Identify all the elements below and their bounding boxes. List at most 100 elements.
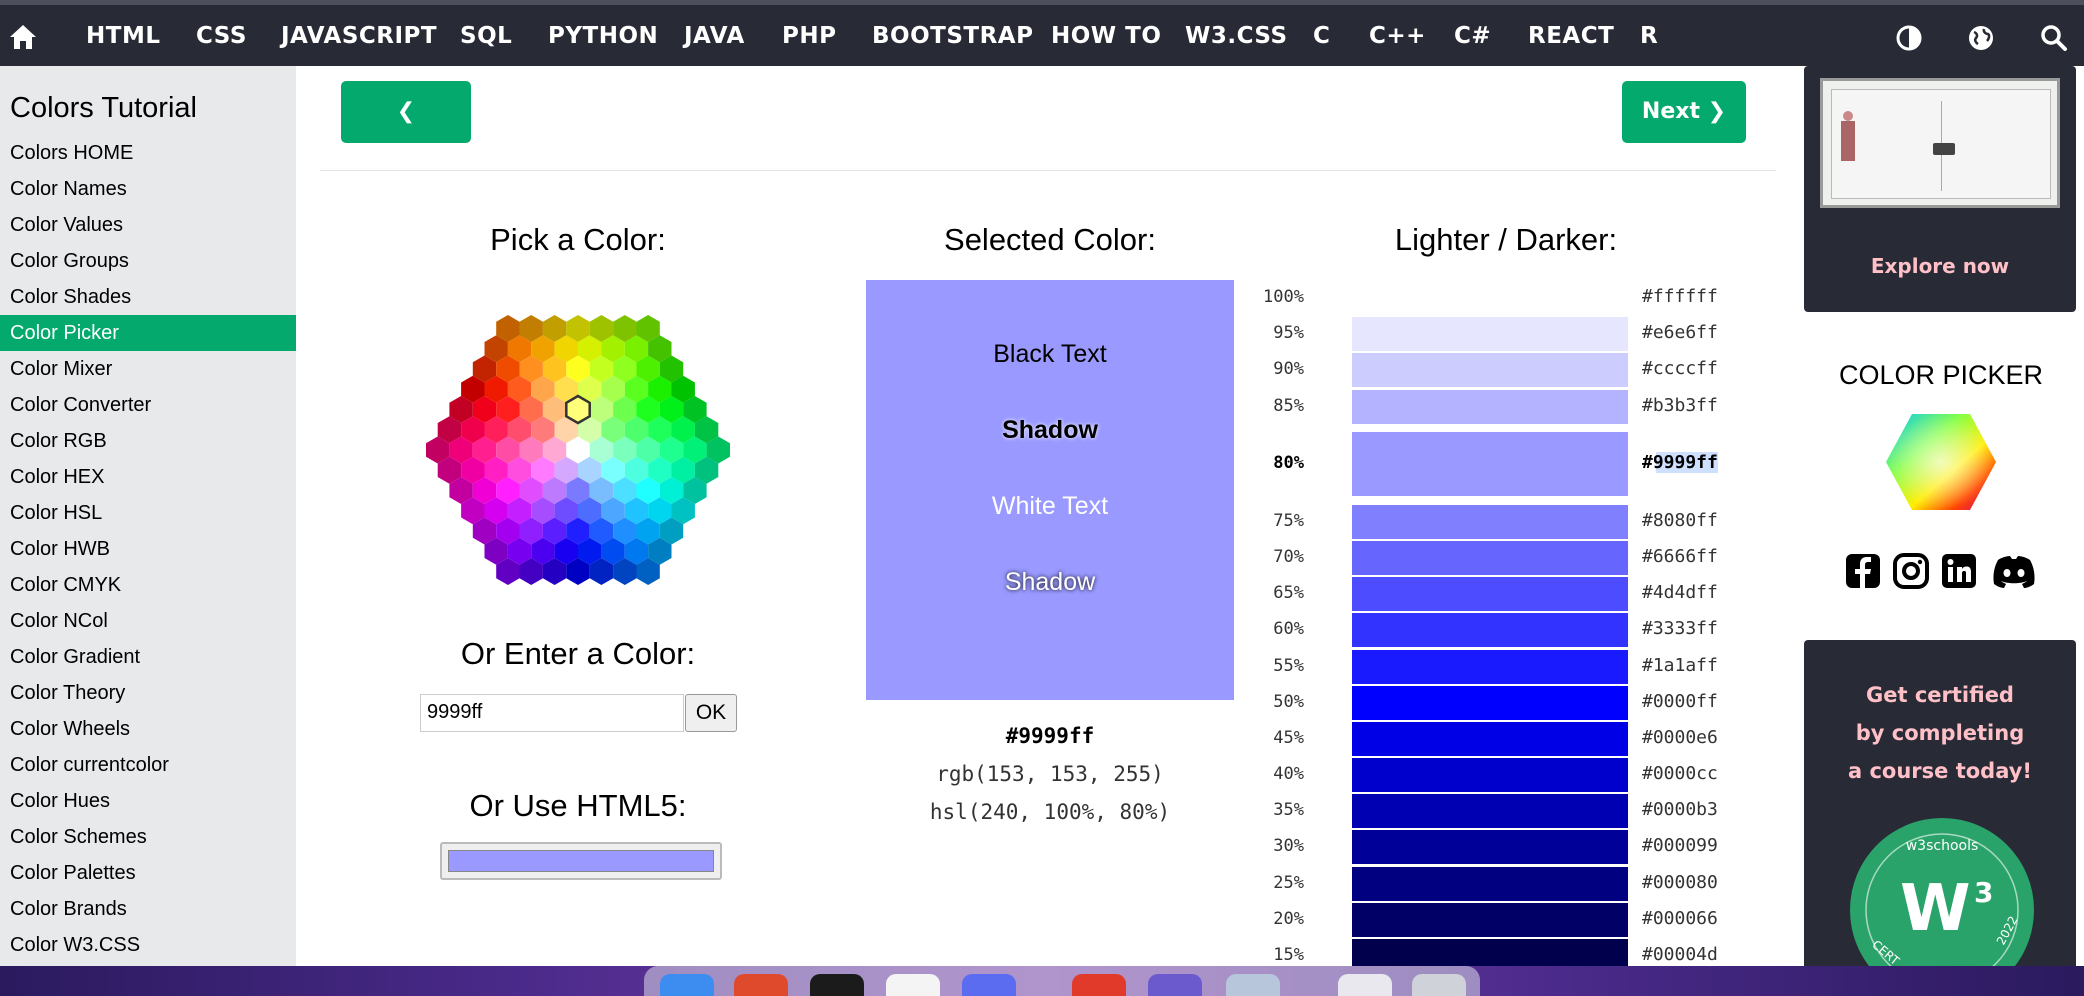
instagram-icon[interactable] [1892,552,1930,590]
sidebar-item-color-names[interactable]: Color Names [0,171,296,207]
color-input[interactable]: 9999ff [420,694,684,732]
shade-swatch[interactable] [1352,390,1628,424]
discord-icon[interactable] [1990,552,2038,590]
globe-icon[interactable] [1967,24,1995,52]
sidebar-item-color-rgb[interactable]: Color RGB [0,423,296,459]
cert-text: Get certified by completing a course tod… [1804,676,2076,790]
lighter-darker-heading: Lighter / Darker: [1394,222,1618,257]
next-button[interactable]: Next ❯ [1622,81,1746,143]
cert-line-2: by completing [1855,721,2025,745]
sidebar-item-color-wheels[interactable]: Color Wheels [0,711,296,747]
nav-react[interactable]: REACT [1528,5,1614,67]
sidebar-item-color-palettes[interactable]: Color Palettes [0,855,296,891]
sidebar-item-color-brands[interactable]: Color Brands [0,891,296,927]
nav-w3css[interactable]: W3.CSS [1185,5,1288,67]
sidebar-item-color-hsl[interactable]: Color HSL [0,495,296,531]
sidebar-item-color-currentcolor[interactable]: Color currentcolor [0,747,296,783]
trash-dock-icon[interactable] [1412,974,1466,996]
home-icon[interactable] [8,23,38,51]
nav-python[interactable]: PYTHON [548,5,658,67]
shade-swatch[interactable] [1352,794,1628,828]
ok-button[interactable]: OK [685,694,737,732]
terminal-dock-icon[interactable] [810,974,864,996]
shade-swatch[interactable] [1352,686,1628,720]
teams-dock-icon[interactable] [1148,974,1202,996]
video-ad-card[interactable]: Explore now [1804,66,2076,312]
sidebar-item-color-w3css[interactable]: Color W3.CSS [0,927,296,963]
calendar-dock-icon[interactable] [1072,974,1126,996]
sidebar-item-color-shades[interactable]: Color Shades [0,279,296,315]
shade-swatch[interactable] [1352,650,1628,684]
shade-swatch[interactable] [1352,577,1628,611]
shade-hex: #0000b3 [1642,799,1718,820]
nav-php[interactable]: PHP [782,5,836,67]
sidebar-item-color-hwb[interactable]: Color HWB [0,531,296,567]
sidebar-item-color-converter[interactable]: Color Converter [0,387,296,423]
sidebar-item-color-gradient[interactable]: Color Gradient [0,639,296,675]
shade-percent: 60% [1273,619,1304,639]
linkedin-icon[interactable] [1940,552,1978,590]
sidebar-item-color-theory[interactable]: Color Theory [0,675,296,711]
shade-hex: #8080ff [1642,510,1718,531]
nav-html[interactable]: HTML [86,5,160,67]
shade-swatch[interactable] [1352,432,1628,496]
shade-swatch[interactable] [1352,353,1628,387]
nav-javascript[interactable]: JAVASCRIPT [281,5,437,67]
shade-swatch[interactable] [1352,613,1628,647]
nav-how-to[interactable]: HOW TO [1051,5,1161,67]
sidebar-item-color-ncol[interactable]: Color NCol [0,603,296,639]
html5-color-input[interactable] [440,842,722,880]
shade-hex: #ccccff [1642,358,1718,379]
vscode-dock-icon[interactable] [886,974,940,996]
shade-swatch[interactable] [1352,722,1628,756]
certification-ad[interactable]: Get certified by completing a course tod… [1804,640,2076,970]
shade-hex: #1a1aff [1642,655,1718,676]
previous-button[interactable]: ❮ Previous [341,81,471,186]
main-content: ❮ Previous Next ❯ Pick a Color: Or Enter… [296,66,1800,973]
app-dock-icon[interactable] [962,974,1016,996]
shade-swatch[interactable] [1352,903,1628,937]
sidebar-item-color-groups[interactable]: Color Groups [0,243,296,279]
svg-text:W: W [1900,872,1971,946]
facebook-icon[interactable] [1844,552,1882,590]
downloads-dock-icon[interactable] [1338,974,1392,996]
chrome-dock-icon[interactable] [734,974,788,996]
video-thumbnail[interactable] [1820,78,2060,208]
sidebar-item-color-cmyk[interactable]: Color CMYK [0,567,296,603]
selected-color-heading: Selected Color: [944,222,1156,257]
explore-now-link[interactable]: Explore now [1804,254,2076,278]
sidebar-item-color-hues[interactable]: Color Hues [0,783,296,819]
nav-r[interactable]: R [1640,5,1658,67]
sidebar-item-color-hex[interactable]: Color HEX [0,459,296,495]
shade-swatch[interactable] [1352,317,1628,351]
nav-css[interactable]: CSS [196,5,247,67]
sidebar-item-color-schemes[interactable]: Color Schemes [0,819,296,855]
nav-sql[interactable]: SQL [460,5,512,67]
shade-swatch[interactable] [1352,758,1628,792]
sidebar-item-color-values[interactable]: Color Values [0,207,296,243]
preview-dock-icon[interactable] [1226,974,1280,996]
shade-percent: 80% [1273,453,1304,473]
nav-java[interactable]: JAVA [684,5,745,67]
color-hexagon-map[interactable] [412,276,744,626]
selected-color-box: Black Text Shadow White Text Shadow [866,280,1234,700]
finder-dock-icon[interactable] [660,974,714,996]
shade-percent: 25% [1273,873,1304,893]
sidebar-item-colors-home[interactable]: Colors HOME [0,135,296,171]
contrast-icon[interactable] [1895,24,1923,52]
nav-c[interactable]: C [1313,5,1330,67]
sidebar-item-color-picker[interactable]: Color Picker [0,315,296,351]
shade-swatch[interactable] [1352,830,1628,864]
shade-swatch[interactable] [1352,867,1628,901]
nav-bootstrap[interactable]: BOOTSTRAP [872,5,1033,67]
shade-hex: #0000e6 [1642,727,1718,748]
search-icon[interactable] [2040,24,2068,52]
shade-swatch[interactable] [1352,505,1628,539]
nav-cpp[interactable]: C++ [1369,5,1426,67]
nav-csharp[interactable]: C# [1454,5,1491,67]
shade-hex: #6666ff [1642,546,1718,567]
white-text-sample: White Text [991,492,1109,520]
shade-swatch[interactable] [1352,541,1628,575]
sidebar-item-color-mixer[interactable]: Color Mixer [0,351,296,387]
color-picker-promo-image[interactable] [1884,412,1998,512]
